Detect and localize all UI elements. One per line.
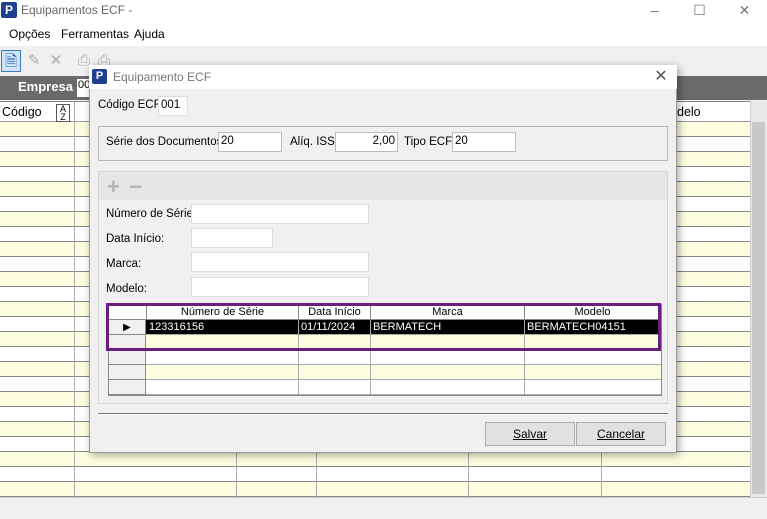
empty-cell[interactable] — [147, 380, 299, 395]
column-divider — [74, 102, 75, 498]
table-row[interactable] — [109, 380, 661, 395]
minimize-button[interactable]: – — [632, 0, 677, 22]
add-plus-icon[interactable]: + — [107, 174, 120, 200]
highlight-box — [106, 303, 661, 351]
modelo-label: Modelo: — [106, 283, 147, 295]
close-button[interactable]: ✕ — [722, 0, 767, 22]
empty-cell[interactable] — [371, 380, 525, 395]
table-row[interactable] — [109, 365, 661, 380]
cancel-label: Cancelar — [596, 427, 646, 441]
tipo-ecf-field[interactable]: 20 — [452, 132, 516, 152]
dialog-title: Equipamento ECF — [113, 70, 212, 84]
aliq-iss-field[interactable]: 2,00 — [335, 132, 398, 152]
table-row[interactable] — [109, 350, 661, 365]
remove-minus-icon[interactable]: − — [129, 174, 142, 200]
empty-cell[interactable] — [371, 350, 525, 365]
codigo-ecf-field[interactable]: 001 — [158, 96, 188, 116]
dialog-close-icon[interactable]: ✕ — [650, 67, 672, 87]
tipo-ecf-label: Tipo ECF: — [404, 136, 456, 148]
table-row[interactable] — [0, 452, 750, 467]
marca-field[interactable] — [191, 252, 369, 272]
aliq-iss-label: Alíq. ISS: — [290, 136, 338, 148]
table-row[interactable] — [0, 467, 750, 482]
row-indicator — [109, 365, 146, 380]
empresa-label: Empresa — [18, 79, 73, 94]
data-inicio-field[interactable] — [191, 228, 273, 248]
grid-toolbar — [99, 172, 667, 200]
serie-documentos-label: Série dos Documentos: — [106, 136, 226, 148]
menu-ajuda[interactable]: Ajuda — [134, 27, 165, 41]
marca-label: Marca: — [106, 258, 142, 270]
empty-cell[interactable] — [147, 365, 299, 380]
empty-cell[interactable] — [299, 365, 371, 380]
col-codigo-header[interactable]: Código — [2, 105, 42, 119]
delete-x-icon[interactable]: ✕ — [46, 50, 66, 72]
cancel-button[interactable]: Cancelar — [576, 422, 666, 446]
col-modelo-header[interactable]: delo — [677, 105, 701, 119]
row-indicator — [109, 380, 146, 395]
maximize-button[interactable]: ☐ — [677, 0, 722, 22]
modelo-field[interactable] — [191, 277, 369, 297]
numero-serie-field[interactable] — [191, 204, 369, 224]
menu-ferramentas[interactable]: Ferramentas — [61, 27, 129, 41]
empty-cell[interactable] — [371, 365, 525, 380]
save-label: Salvar — [512, 427, 547, 441]
save-button[interactable]: Salvar — [485, 422, 575, 446]
dialog-logo-icon: P — [92, 69, 107, 84]
sort-az-icon[interactable]: AZ — [56, 104, 70, 122]
scrollbar-thumb[interactable] — [752, 122, 765, 494]
row-indicator — [109, 350, 146, 365]
window-title: Equipamentos ECF - — [21, 3, 133, 17]
edit-pencil-icon[interactable]: ✎ — [24, 50, 44, 72]
new-document-icon[interactable]: 🗎 — [1, 50, 21, 72]
serie-documentos-field[interactable]: 20 — [218, 132, 282, 152]
numero-serie-label: Número de Série: — [106, 208, 197, 220]
data-inicio-label: Data Início: — [106, 233, 165, 245]
status-bar — [0, 497, 767, 519]
empty-cell[interactable] — [147, 350, 299, 365]
separator — [98, 413, 668, 415]
app-logo-icon: P — [1, 2, 17, 18]
table-row[interactable] — [0, 482, 750, 497]
empty-cell[interactable] — [299, 380, 371, 395]
menu-opcoes[interactable]: Opções — [9, 27, 50, 41]
empty-cell[interactable] — [299, 350, 371, 365]
codigo-ecf-label: Código ECF: — [98, 99, 164, 111]
